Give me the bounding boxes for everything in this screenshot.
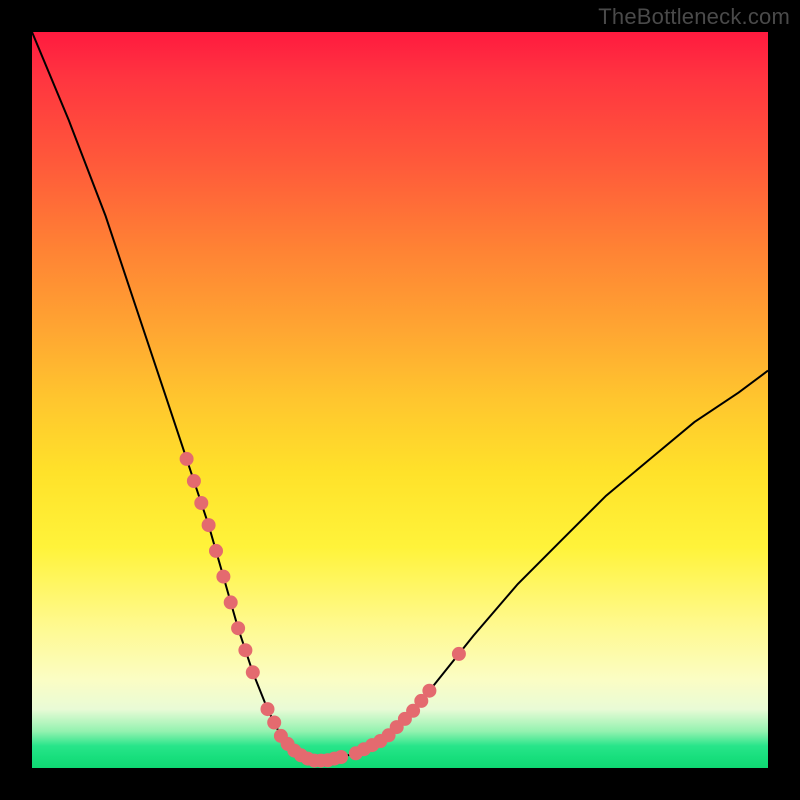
watermark-text: TheBottleneck.com bbox=[598, 4, 790, 30]
data-dot bbox=[216, 570, 230, 584]
data-dot bbox=[180, 452, 194, 466]
data-dot bbox=[246, 665, 260, 679]
data-dot bbox=[261, 702, 275, 716]
data-dot bbox=[452, 647, 466, 661]
data-dot bbox=[238, 643, 252, 657]
chart-frame: TheBottleneck.com bbox=[0, 0, 800, 800]
chart-svg bbox=[32, 32, 768, 768]
data-dot bbox=[267, 716, 281, 730]
data-dot bbox=[187, 474, 201, 488]
data-dot bbox=[202, 518, 216, 532]
data-dot bbox=[231, 621, 245, 635]
data-dot bbox=[209, 544, 223, 558]
bottleneck-curve bbox=[32, 32, 768, 761]
data-dots-group bbox=[180, 452, 466, 768]
data-dot bbox=[224, 595, 238, 609]
data-dot bbox=[194, 496, 208, 510]
data-dot bbox=[334, 750, 348, 764]
data-dot bbox=[422, 684, 436, 698]
